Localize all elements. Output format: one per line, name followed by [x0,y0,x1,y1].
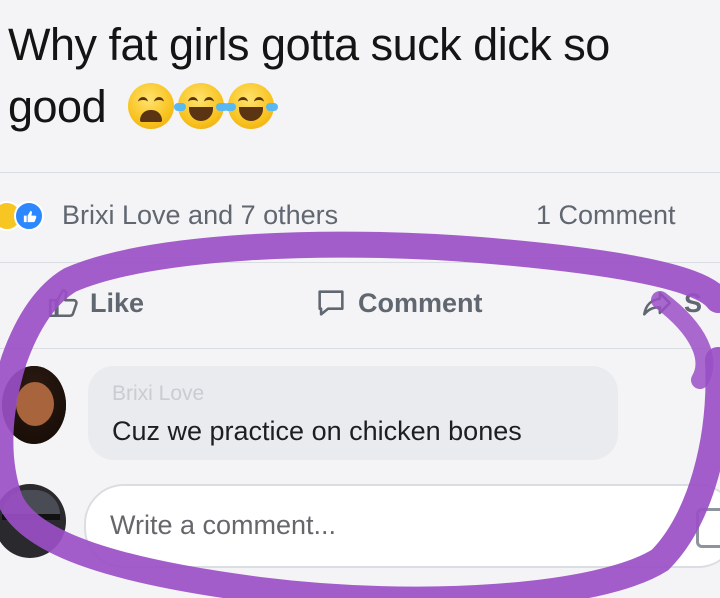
comment-text: Cuz we practice on chicken bones [112,416,522,446]
comment-button[interactable]: Comment [314,286,483,320]
commenter-avatar[interactable] [2,366,66,444]
reaction-names-link[interactable]: Brixi Love and 7 others [62,200,338,231]
post-text-line2: good [8,81,107,132]
comment-input[interactable] [110,506,670,544]
divider [0,348,720,349]
camera-icon[interactable] [696,508,720,548]
thumbs-up-icon [48,288,78,318]
speech-bubble-icon [318,290,344,316]
comment-author[interactable]: Brixi Love [112,382,204,406]
tears-of-joy-emoji-icon [224,83,279,130]
comment-count-link[interactable]: 1 Comment [536,200,676,231]
comment-label: Comment [358,287,483,318]
weary-face-emoji-icon [128,83,175,130]
current-user-avatar [0,484,66,558]
share-button[interactable]: S [640,286,702,320]
like-button[interactable]: Like [46,286,144,320]
post-actions: Like Comment S [0,282,720,332]
share-arrow-icon [642,291,672,316]
comment-bubble: Brixi Love Cuz we practice on chicken bo… [88,366,618,460]
divider [0,262,720,263]
reaction-icons [0,201,44,231]
emoji-group [128,83,279,130]
reactions-summary[interactable]: Brixi Love and 7 others 1 Comment [0,196,720,240]
comment-input-box[interactable] [84,484,720,568]
divider [0,172,720,173]
tears-of-joy-emoji-icon [174,83,229,130]
like-label: Like [90,287,145,318]
post-text-line1: Why fat girls gotta suck dick so [8,19,610,70]
share-label: S [684,287,703,318]
like-reaction-icon [14,201,44,231]
post-text: Why fat girls gotta suck dick so good [8,14,708,138]
